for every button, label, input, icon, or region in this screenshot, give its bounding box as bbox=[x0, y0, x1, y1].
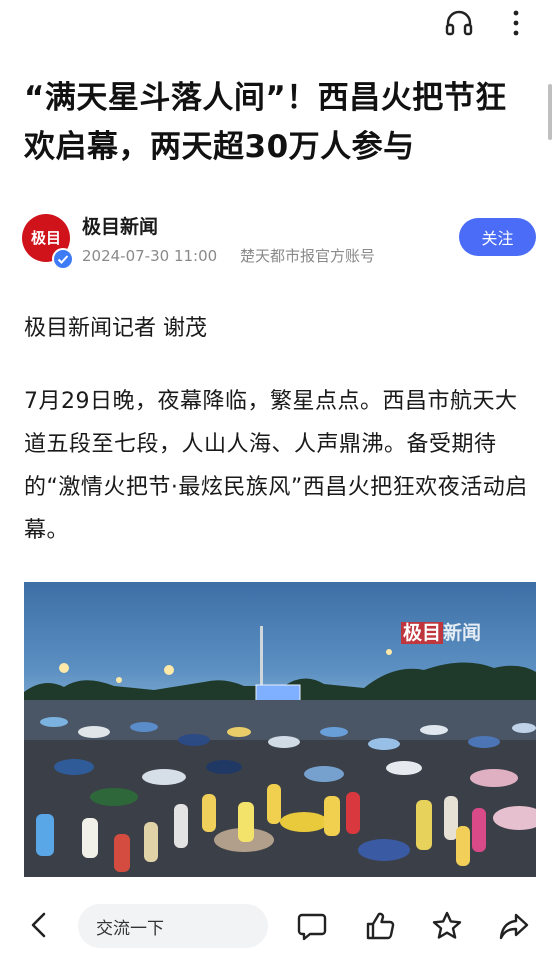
like-icon[interactable] bbox=[364, 910, 396, 942]
bottom-toolbar: 交流一下 bbox=[0, 888, 559, 960]
more-icon[interactable] bbox=[506, 8, 526, 38]
star-icon[interactable] bbox=[431, 910, 463, 942]
share-icon[interactable] bbox=[498, 910, 530, 942]
article-title: “满天星斗落人间”！西昌火把节狂欢启幕，两天超30万人参与 bbox=[24, 80, 507, 165]
headphone-icon[interactable] bbox=[444, 8, 474, 38]
avatar-logo-text: 极目 bbox=[30, 229, 61, 247]
reporter-byline: 极目新闻记者 谢茂 bbox=[24, 316, 207, 341]
verified-icon bbox=[52, 248, 74, 270]
watermark-logo-text: 新闻 bbox=[443, 622, 482, 644]
back-icon[interactable] bbox=[26, 910, 52, 940]
source-label: 楚天都市报官方账号 bbox=[239, 247, 375, 265]
article-image[interactable]: 极目 新闻 bbox=[24, 582, 536, 877]
top-bar bbox=[0, 0, 559, 50]
comment-icon[interactable] bbox=[296, 910, 328, 942]
author-name[interactable]: 极目新闻 bbox=[82, 212, 158, 239]
image-watermark: 极目 新闻 bbox=[401, 618, 481, 645]
article-paragraph: 7月29日晚，夜幕降临，繁星点点。西昌市航天大道五段至七段，人山人海、人声鼎沸。… bbox=[24, 389, 528, 543]
publish-date: 2024-07-30 11:00 bbox=[82, 247, 218, 265]
author-row: 极目 极目新闻 2024-07-30 11:00 楚天都市报官方账号 关注 bbox=[22, 210, 538, 270]
comment-input[interactable]: 交流一下 bbox=[78, 904, 268, 948]
watermark-logo-red: 极目 bbox=[401, 622, 444, 644]
scrollbar-thumb[interactable] bbox=[548, 84, 552, 140]
follow-button[interactable]: 关注 bbox=[459, 218, 536, 256]
author-meta: 2024-07-30 11:00 楚天都市报官方账号 bbox=[82, 245, 375, 266]
